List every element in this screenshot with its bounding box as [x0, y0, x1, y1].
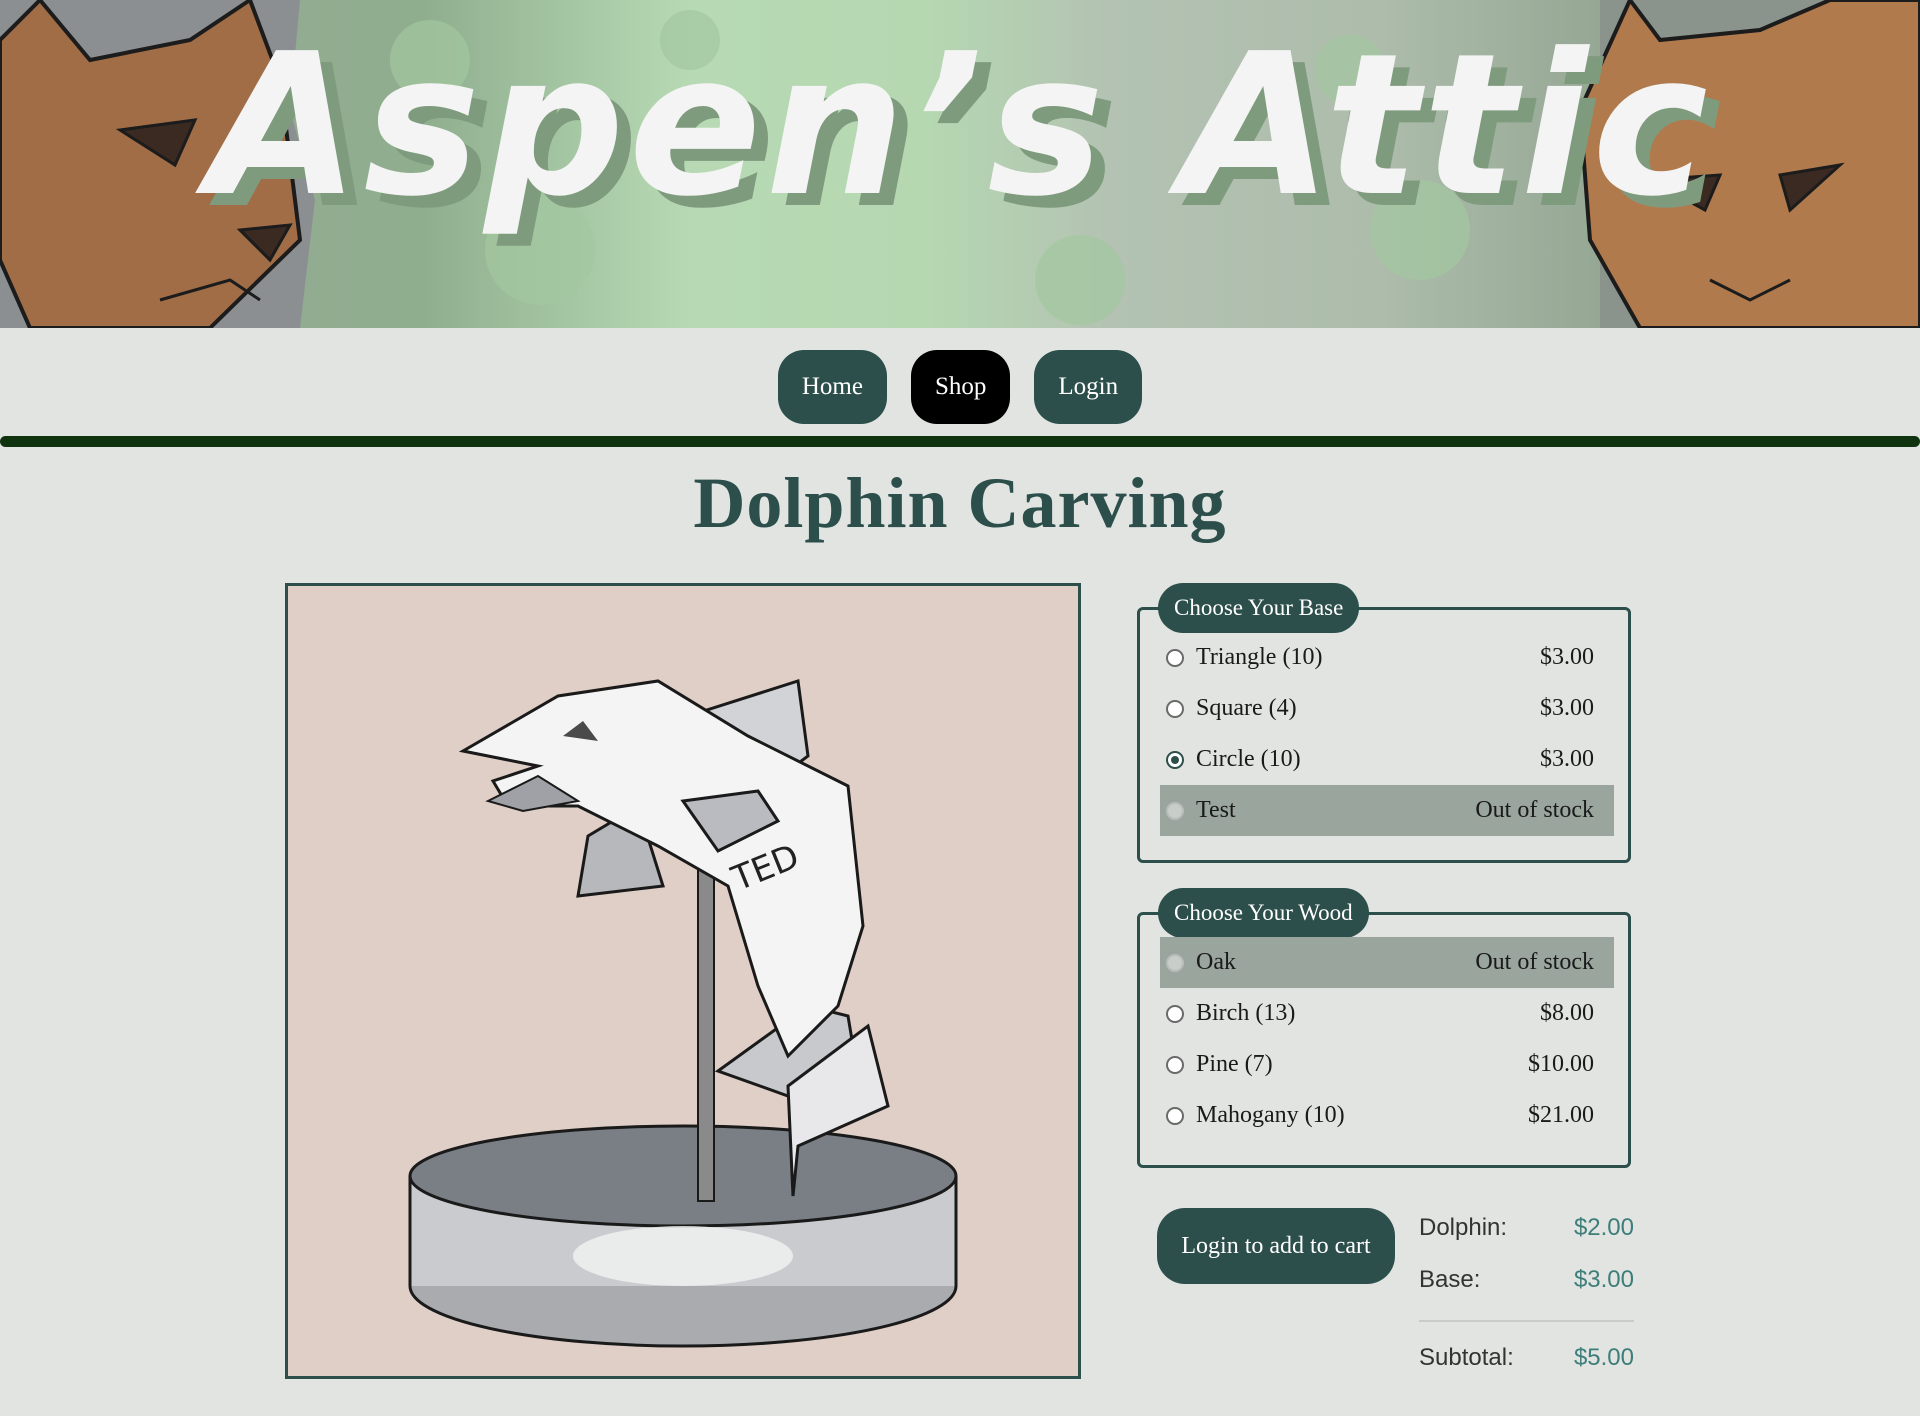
option-stock-status: Out of stock — [1475, 949, 1594, 975]
base-option-circle[interactable]: Circle (10) $3.00 — [1160, 734, 1614, 785]
base-option-square[interactable]: Square (4) $3.00 — [1160, 683, 1614, 734]
base-test-radio — [1166, 801, 1184, 820]
base-option-triangle[interactable]: Triangle (10) $3.00 — [1160, 632, 1614, 683]
subtotal-value: $5.00 — [1573, 1344, 1634, 1371]
summary-row-base: Base: $3.00 — [1419, 1266, 1634, 1294]
option-label: Square (4) — [1196, 695, 1297, 721]
summary-row-subtotal: Subtotal: $5.00 — [1419, 1344, 1634, 1372]
option-price: $3.00 — [1540, 644, 1594, 670]
nav-home-button[interactable]: Home — [777, 350, 887, 424]
wood-option-pine[interactable]: Pine (7) $10.00 — [1160, 1039, 1614, 1090]
base-circle-radio[interactable] — [1166, 750, 1184, 769]
wood-mahogany-radio[interactable] — [1166, 1106, 1184, 1125]
main-nav: Home Shop Login — [0, 350, 1920, 424]
site-logo-text: Aspen’s Attic — [207, 12, 1713, 240]
option-price: $21.00 — [1528, 1102, 1594, 1128]
dolphin-carving-illustration: TED — [408, 679, 958, 1348]
option-label: Mahogany (10) — [1196, 1102, 1345, 1128]
summary-label: Base: — [1419, 1266, 1481, 1293]
wood-pine-radio[interactable] — [1166, 1055, 1184, 1074]
option-price: $10.00 — [1528, 1051, 1594, 1077]
subtotal-label: Subtotal: — [1419, 1344, 1514, 1371]
wood-options-legend: Choose Your Wood — [1158, 888, 1369, 938]
wood-birch-radio[interactable] — [1166, 1004, 1184, 1023]
site-banner: Aspen’s Attic — [0, 0, 1920, 328]
option-label: Test — [1196, 797, 1236, 823]
option-label: Oak — [1196, 949, 1236, 975]
nav-divider — [0, 436, 1920, 447]
summary-label: Dolphin: — [1419, 1214, 1508, 1241]
summary-divider — [1419, 1320, 1634, 1322]
summary-row-dolphin: Dolphin: $2.00 — [1419, 1214, 1634, 1242]
option-label: Pine (7) — [1196, 1051, 1273, 1077]
wood-oak-radio — [1166, 953, 1184, 972]
wood-options-panel: Choose Your Wood Oak Out of stock Birch … — [1137, 888, 1631, 1168]
option-label: Triangle (10) — [1196, 644, 1323, 670]
base-square-radio[interactable] — [1166, 699, 1184, 718]
wood-option-mahogany[interactable]: Mahogany (10) $21.00 — [1160, 1090, 1614, 1141]
option-label: Birch (13) — [1196, 1000, 1296, 1026]
summary-value: $2.00 — [1573, 1214, 1634, 1241]
wood-option-birch[interactable]: Birch (13) $8.00 — [1160, 988, 1614, 1039]
page-title: Dolphin Carving — [693, 463, 1227, 543]
option-label: Circle (10) — [1196, 746, 1301, 772]
product-image: TED — [285, 583, 1081, 1379]
base-triangle-radio[interactable] — [1166, 648, 1184, 667]
nav-login-button[interactable]: Login — [1034, 350, 1143, 424]
summary-value: $3.00 — [1573, 1266, 1634, 1293]
option-price: $3.00 — [1540, 746, 1594, 772]
base-option-test: Test Out of stock — [1160, 785, 1614, 836]
wood-option-oak: Oak Out of stock — [1160, 937, 1614, 988]
option-stock-status: Out of stock — [1475, 797, 1594, 823]
option-price: $8.00 — [1540, 1000, 1594, 1026]
option-price: $3.00 — [1540, 695, 1594, 721]
base-options-panel: Choose Your Base Triangle (10) $3.00 Squ… — [1137, 583, 1631, 863]
nav-shop-button[interactable]: Shop — [910, 350, 1011, 424]
login-to-add-to-cart-button[interactable]: Login to add to cart — [1157, 1208, 1395, 1284]
base-options-legend: Choose Your Base — [1158, 583, 1360, 633]
